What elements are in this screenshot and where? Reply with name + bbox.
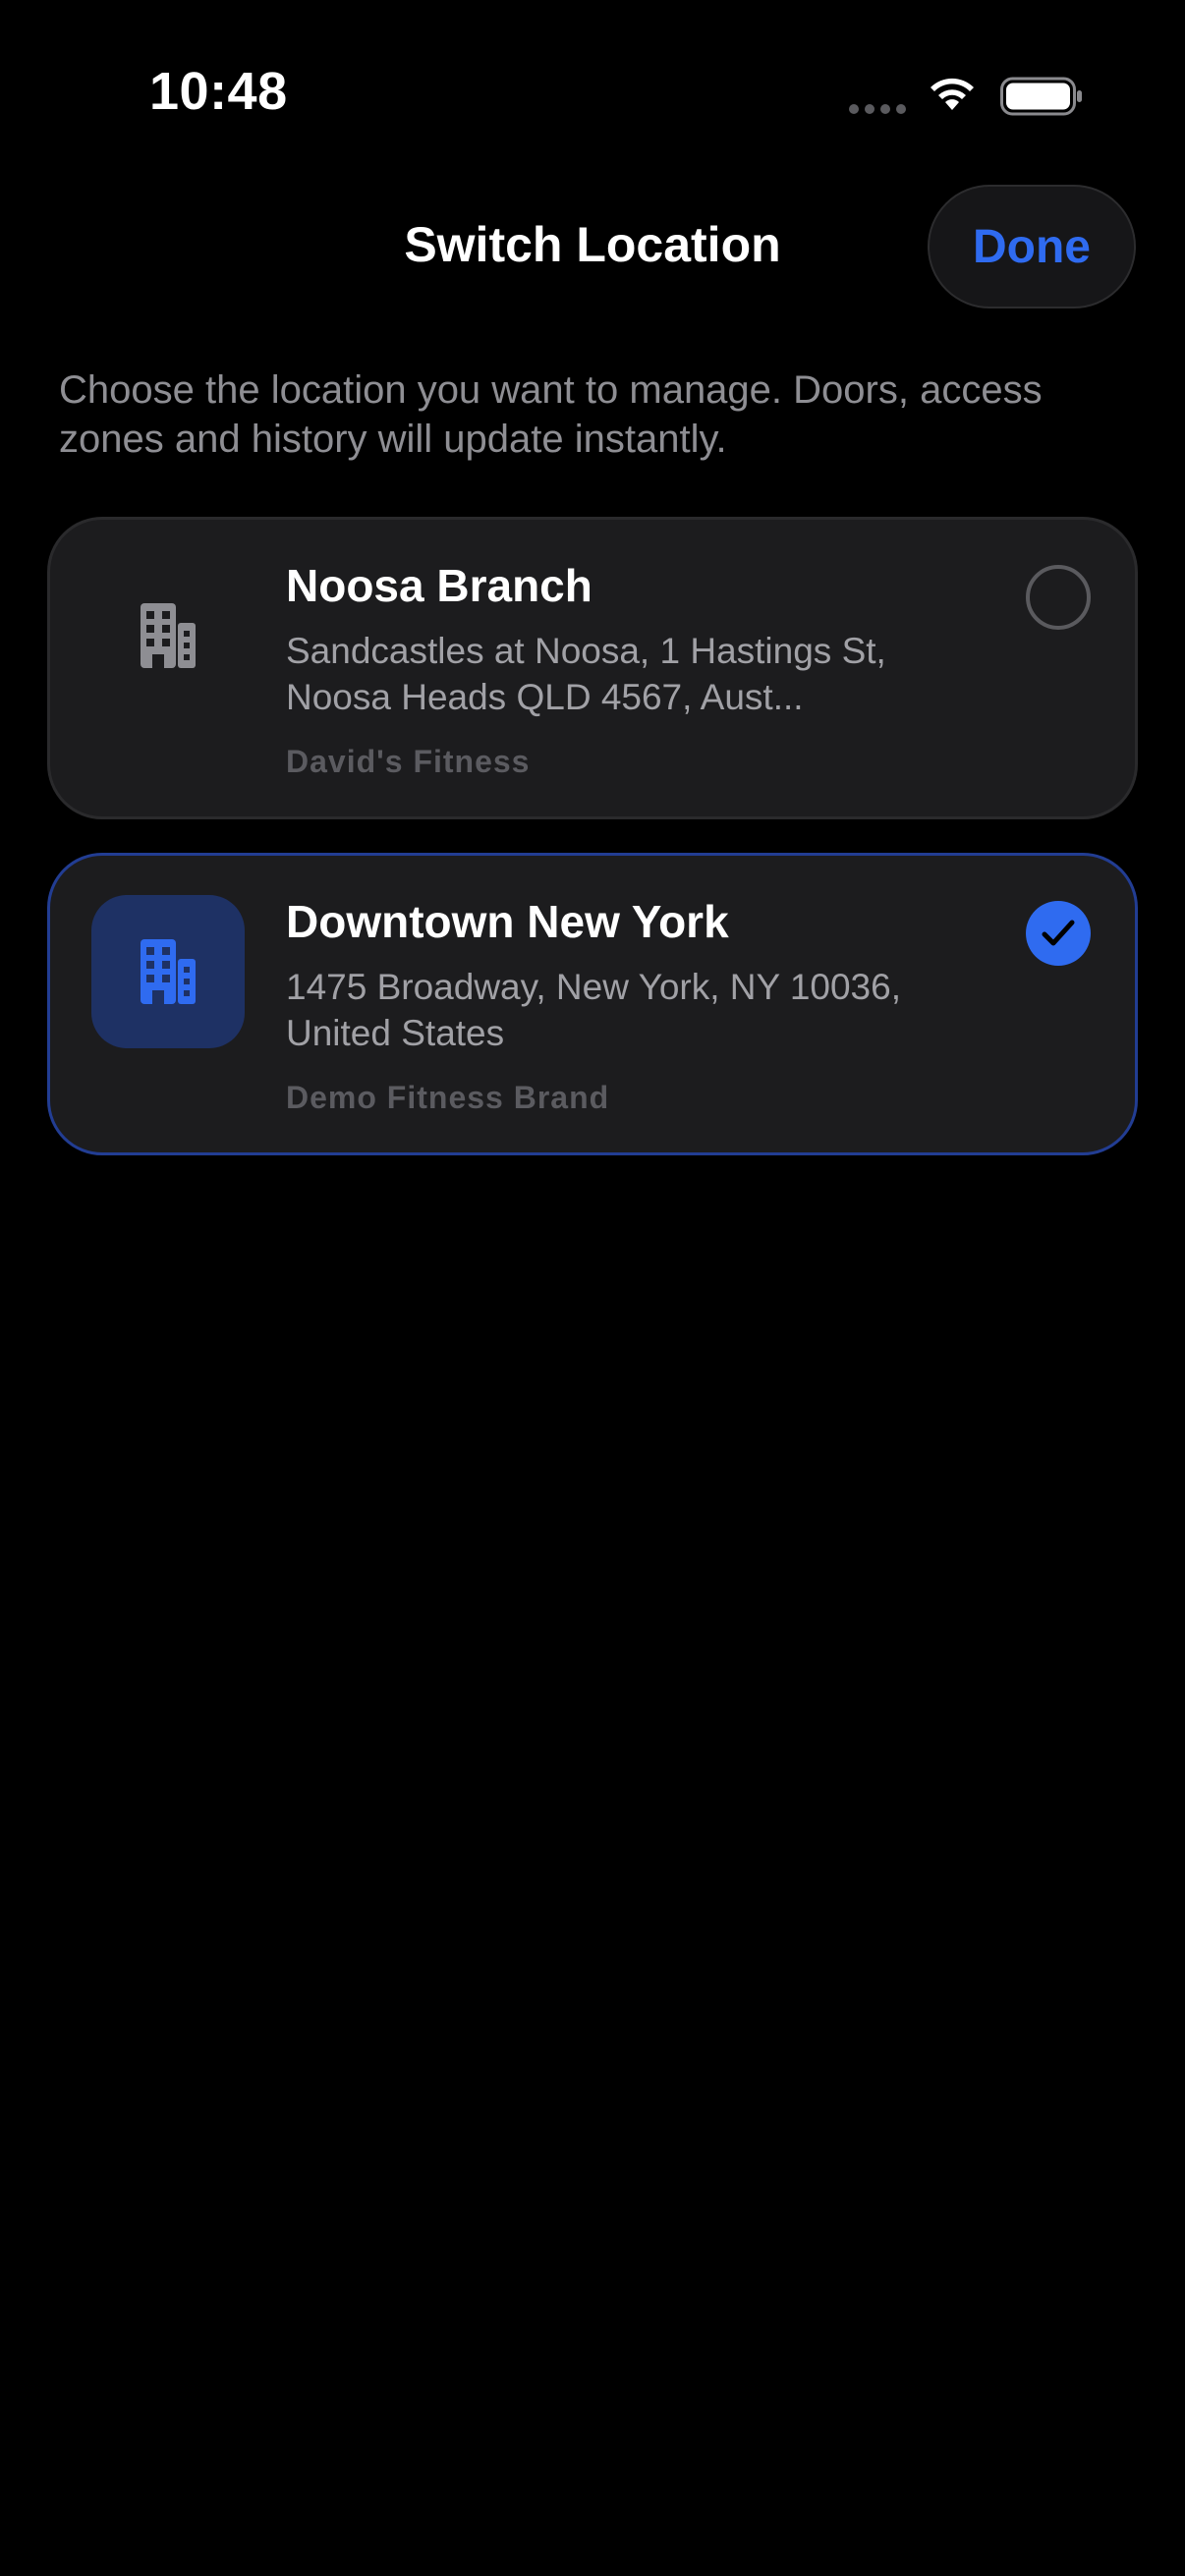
location-address: 1475 Broadway, New York, NY 10036, Unite… bbox=[286, 967, 901, 1053]
location-icon-container bbox=[91, 895, 245, 1048]
battery-icon bbox=[1000, 77, 1082, 116]
location-name: Noosa Branch bbox=[286, 560, 592, 611]
radio-unselected[interactable] bbox=[1026, 565, 1091, 630]
building-icon bbox=[141, 603, 196, 668]
cellular-signal-icon bbox=[849, 104, 906, 114]
location-card-downtown-new-york[interactable]: Downtown New York 1475 Broadway, New Yor… bbox=[47, 853, 1138, 1155]
checkmark-icon bbox=[1042, 920, 1075, 946]
location-name: Downtown New York bbox=[286, 896, 729, 947]
description-text: Choose the location you want to manage. … bbox=[59, 368, 1043, 461]
wifi-icon bbox=[931, 78, 974, 110]
status-time: 10:48 bbox=[149, 62, 288, 121]
location-brand: Demo Fitness Brand bbox=[286, 1080, 610, 1115]
done-button[interactable]: Done bbox=[928, 185, 1136, 308]
location-address: Sandcastles at Noosa, 1 Hastings St, Noo… bbox=[286, 631, 886, 717]
building-icon bbox=[141, 939, 196, 1004]
radio-selected[interactable] bbox=[1026, 901, 1091, 966]
location-icon-container bbox=[91, 559, 245, 712]
location-brand: David's Fitness bbox=[286, 744, 531, 779]
location-card-noosa-branch[interactable]: Noosa Branch Sandcastles at Noosa, 1 Has… bbox=[47, 517, 1138, 819]
